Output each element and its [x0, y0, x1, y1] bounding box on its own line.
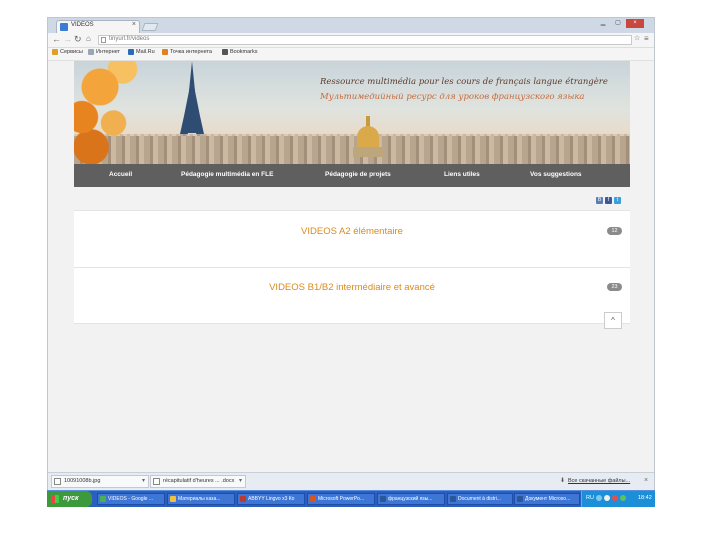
- home-icon[interactable]: ⌂: [86, 34, 91, 43]
- category-list: VIDEOS A2 élémentaire 12 VIDEOS B1/B2 in…: [74, 210, 630, 324]
- word-icon: [380, 496, 386, 502]
- reload-icon[interactable]: ↻: [74, 34, 82, 45]
- facebook-icon[interactable]: f: [605, 197, 612, 204]
- download-name: 10091008b.jpg: [64, 478, 101, 484]
- download-icon: ⬇: [560, 478, 566, 484]
- apps-icon: [52, 49, 58, 55]
- category-label[interactable]: VIDEOS B1/B2 intermédiaire et avancé: [74, 282, 630, 293]
- address-url: tinyurl.fr/videos: [109, 36, 150, 42]
- site-tagline-fr: Ressource multimédia pour les cours de f…: [320, 77, 608, 87]
- network-icon[interactable]: [596, 495, 602, 501]
- new-tab-button[interactable]: [141, 23, 159, 31]
- site-banner: Ressource multimédia pour les cours de f…: [74, 61, 630, 164]
- taskbar-item[interactable]: Document à distri...: [447, 493, 513, 505]
- bookmark-services[interactable]: Сервисы: [52, 49, 83, 55]
- social-links: B f t: [596, 197, 621, 204]
- star-icon: [222, 49, 228, 55]
- download-name: récapitulatif d'heures ... .docx: [163, 478, 235, 484]
- nav-liens-utiles[interactable]: Liens utiles: [444, 171, 480, 178]
- favicon-icon: [60, 23, 68, 31]
- download-item[interactable]: 10091008b.jpg ▾: [51, 475, 149, 488]
- tab-title: VIDEOS: [71, 22, 94, 28]
- maximize-icon[interactable]: ▢: [611, 19, 625, 28]
- close-window-icon[interactable]: ×: [626, 19, 644, 28]
- nav-vos-suggestions[interactable]: Vos suggestions: [530, 171, 582, 178]
- taskbar-item[interactable]: VIDEOS - Google ...: [97, 493, 165, 505]
- word-icon: [450, 496, 456, 502]
- site-tagline-ru: Мультимедийный ресурс для уроков француз…: [320, 92, 585, 102]
- taskbar-item[interactable]: Документ Microso...: [514, 493, 580, 505]
- close-tab-icon[interactable]: ×: [132, 21, 136, 28]
- powerpoint-icon: [310, 496, 316, 502]
- autumn-leaves-icon: [74, 61, 154, 164]
- nav-pedagogie-projets[interactable]: Pédagogie de projets: [325, 171, 391, 178]
- tab-strip: VIDEOS × ▁ ▢ ×: [48, 18, 654, 33]
- volume-icon[interactable]: [604, 495, 610, 501]
- taskbar-item[interactable]: ABBYY Lingvo x3 Ко: [237, 493, 305, 505]
- nav-accueil[interactable]: Accueil: [109, 171, 132, 178]
- folder-icon: [170, 496, 176, 502]
- word-icon: [517, 496, 523, 502]
- scroll-to-top-button[interactable]: ^: [604, 312, 622, 329]
- lingvo-icon: [240, 496, 246, 502]
- taskbar-item[interactable]: французский язы...: [377, 493, 445, 505]
- show-all-downloads-link[interactable]: Все скачанные файлы...: [568, 478, 630, 484]
- taskbar-item[interactable]: Материалы каза...: [167, 493, 235, 505]
- nav-pedagogie-multimedia[interactable]: Pédagogie multimédia en FLE: [181, 171, 273, 178]
- document-file-icon: [153, 478, 160, 485]
- bookmark-internet[interactable]: Интернет: [88, 49, 120, 55]
- back-arrow-icon[interactable]: ←: [52, 34, 61, 44]
- image-file-icon: [54, 478, 61, 485]
- minimize-icon[interactable]: ▁: [596, 19, 610, 28]
- page-viewport: Ressource multimédia pour les cours de f…: [48, 61, 654, 472]
- bookmark-bookmarks[interactable]: Bookmarks: [222, 49, 258, 55]
- bookmark-mailru[interactable]: Mail.Ru: [128, 49, 155, 55]
- category-item[interactable]: VIDEOS B1/B2 intermédiaire et avancé 23: [74, 267, 630, 324]
- category-label[interactable]: VIDEOS A2 élémentaire: [74, 226, 630, 237]
- browser-toolbar: ← → ↻ ⌂ tinyurl.fr/videos ☆ ≡: [48, 33, 654, 48]
- address-bar[interactable]: tinyurl.fr/videos: [98, 35, 632, 45]
- bookmark-icon: [162, 49, 168, 55]
- system-tray: RU 18:42: [581, 491, 655, 507]
- dome-icon: [357, 126, 379, 148]
- category-count-badge: 12: [607, 227, 622, 235]
- close-icon[interactable]: ×: [644, 477, 648, 484]
- menu-icon[interactable]: ≡: [644, 34, 649, 43]
- page-icon: [101, 37, 106, 43]
- windows-taskbar: пуск VIDEOS - Google ... Материалы каза.…: [47, 490, 655, 507]
- mail-icon: [128, 49, 134, 55]
- category-count-badge: 23: [607, 283, 622, 291]
- windows-logo-icon: [51, 495, 59, 503]
- star-icon[interactable]: ☆: [634, 34, 640, 42]
- forward-arrow-icon[interactable]: →: [63, 34, 72, 44]
- clock[interactable]: 18:42: [638, 495, 652, 501]
- tray-icons: [596, 495, 626, 501]
- taskbar-item[interactable]: Microsoft PowerPo...: [307, 493, 375, 505]
- start-button[interactable]: пуск: [47, 491, 92, 507]
- twitter-icon[interactable]: t: [614, 197, 621, 204]
- downloads-bar: 10091008b.jpg ▾ récapitulatif d'heures .…: [48, 472, 654, 491]
- chrome-icon: [100, 496, 106, 502]
- bookmark-tochka[interactable]: Точка интернета: [162, 49, 212, 55]
- antivirus-icon[interactable]: [612, 495, 618, 501]
- language-indicator[interactable]: RU: [586, 495, 594, 501]
- main-nav: Accueil Pédagogie multimédia en FLE Péda…: [74, 164, 630, 187]
- blog-icon[interactable]: B: [596, 197, 603, 204]
- page-icon: [88, 49, 94, 55]
- bookmarks-bar: Сервисы Интернет Mail.Ru Точка интернета…: [48, 48, 654, 61]
- chevron-down-icon[interactable]: ▾: [142, 477, 145, 484]
- chevron-down-icon[interactable]: ▾: [239, 477, 242, 484]
- browser-window: VIDEOS × ▁ ▢ × ← → ↻ ⌂ tinyurl.fr/videos…: [47, 17, 655, 507]
- update-icon[interactable]: [620, 495, 626, 501]
- tab-videos[interactable]: VIDEOS ×: [56, 20, 140, 33]
- download-item[interactable]: récapitulatif d'heures ... .docx ▾: [150, 475, 246, 488]
- category-item[interactable]: VIDEOS A2 élémentaire 12: [74, 211, 630, 268]
